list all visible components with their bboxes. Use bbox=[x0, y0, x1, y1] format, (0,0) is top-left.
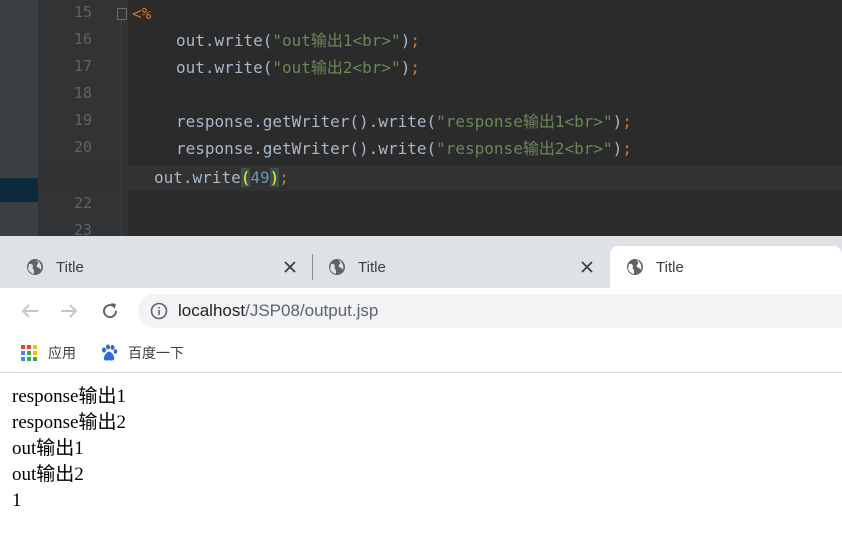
tab-title: Title bbox=[358, 258, 386, 276]
back-button[interactable] bbox=[16, 297, 44, 325]
token-paren: ) bbox=[400, 58, 411, 77]
close-tab-button[interactable] bbox=[575, 255, 599, 279]
baidu-paw-icon bbox=[102, 344, 118, 361]
token-semicolon: ; bbox=[410, 58, 420, 77]
token-dot: . bbox=[368, 139, 379, 158]
output-line: 1 bbox=[12, 490, 22, 511]
token-ident: response bbox=[176, 139, 254, 158]
bookmark-label: 百度一下 bbox=[128, 345, 184, 361]
jsp-open-tag: <% bbox=[132, 4, 152, 23]
token-paren: ( bbox=[426, 139, 437, 158]
code-line-17: out.write("out输出2<br>"); bbox=[176, 56, 420, 80]
token-paren: ( bbox=[262, 58, 273, 77]
globe-icon bbox=[627, 259, 643, 275]
tab-title: Title bbox=[656, 258, 684, 276]
token-dot: . bbox=[368, 112, 379, 131]
tab-title: Title bbox=[56, 258, 84, 276]
token-string: "response输出2<br>" bbox=[436, 139, 613, 158]
token-method: write bbox=[378, 112, 427, 131]
token-paren-matched: ) bbox=[269, 168, 280, 187]
code-line-19: response.getWriter().write("response输出1<… bbox=[176, 110, 632, 134]
bookmark-label: 应用 bbox=[48, 345, 76, 361]
address-bar[interactable]: localhost/JSP08/output.jsp bbox=[138, 294, 842, 328]
output-line: response输出2 bbox=[12, 412, 126, 433]
token-ident: out bbox=[176, 31, 205, 50]
token-string: "out输出1<br>" bbox=[272, 31, 401, 50]
page-body: response输出1 response输出2 out输出1 out输出2 1 bbox=[12, 384, 126, 514]
token-method: write bbox=[214, 58, 263, 77]
close-icon bbox=[581, 261, 593, 273]
token-method: getWriter() bbox=[262, 139, 369, 158]
token-ident: response bbox=[176, 112, 254, 131]
output-line: response输出1 bbox=[12, 386, 126, 407]
token-semicolon: ; bbox=[622, 112, 632, 131]
token-dot: . bbox=[253, 112, 263, 131]
globe-icon bbox=[329, 259, 345, 275]
token-paren: ) bbox=[612, 139, 623, 158]
reload-icon bbox=[103, 303, 118, 319]
token-string: "out输出2<br>" bbox=[272, 58, 401, 77]
bookmark-apps[interactable]: 应用 bbox=[20, 340, 76, 366]
arrow-right-icon bbox=[61, 304, 78, 318]
token-method: write bbox=[192, 168, 241, 187]
browser-toolbar: localhost/JSP08/output.jsp bbox=[0, 288, 842, 334]
tab-2[interactable]: Title bbox=[302, 246, 609, 288]
code-line-16: out.write("out输出1<br>"); bbox=[176, 29, 420, 53]
token-paren: ) bbox=[612, 112, 623, 131]
code-line-15: <% bbox=[132, 2, 151, 26]
apps-grid-icon bbox=[21, 345, 37, 361]
token-paren: ( bbox=[262, 31, 273, 50]
token-ident: out bbox=[154, 168, 183, 187]
code-line-20: response.getWriter().write("response输出2<… bbox=[176, 137, 632, 161]
token-dot: . bbox=[182, 168, 193, 187]
token-method: write bbox=[378, 139, 427, 158]
token-semicolon: ; bbox=[279, 168, 289, 187]
token-paren: ( bbox=[426, 112, 437, 131]
bookmark-baidu[interactable]: 百度一下 bbox=[100, 340, 184, 366]
url-text: localhost/JSP08/output.jsp bbox=[178, 301, 378, 321]
close-icon bbox=[284, 261, 296, 273]
code-line-21: out.write(49); bbox=[154, 166, 289, 190]
token-ident: out bbox=[176, 58, 205, 77]
token-dot: . bbox=[253, 139, 263, 158]
token-method: write bbox=[214, 31, 263, 50]
globe-icon bbox=[27, 259, 43, 275]
code-text[interactable]: <% out.write("out输出1<br>"); out.write("o… bbox=[0, 0, 842, 236]
output-line: out输出1 bbox=[12, 438, 84, 459]
close-tab-button[interactable] bbox=[278, 255, 302, 279]
reload-button[interactable] bbox=[96, 297, 124, 325]
tab-3-active[interactable]: Title bbox=[610, 246, 842, 288]
tab-1[interactable]: Title bbox=[0, 246, 312, 288]
token-string: "response输出1<br>" bbox=[436, 112, 613, 131]
forward-button[interactable] bbox=[55, 297, 83, 325]
bookmarks-bar: 应用 百度一下 bbox=[0, 334, 842, 373]
token-paren: ) bbox=[400, 31, 411, 50]
token-semicolon: ; bbox=[410, 31, 420, 50]
token-dot: . bbox=[204, 31, 215, 50]
token-semicolon: ; bbox=[622, 139, 632, 158]
token-dot: . bbox=[204, 58, 215, 77]
browser-window: Title Title Title localhost/JSP08/output… bbox=[0, 236, 842, 534]
token-method: getWriter() bbox=[262, 112, 369, 131]
url-host: localhost bbox=[178, 301, 246, 320]
arrow-left-icon bbox=[21, 304, 38, 318]
url-path: /JSP08/output.jsp bbox=[245, 301, 379, 320]
output-line: out输出2 bbox=[12, 464, 84, 485]
info-icon[interactable] bbox=[150, 302, 168, 320]
token-paren-matched: ( bbox=[240, 168, 251, 187]
tab-strip: Title Title Title bbox=[0, 236, 842, 288]
code-editor[interactable]: 15 16 17 18 19 20 21 22 23 <% out.write(… bbox=[0, 0, 842, 236]
token-number: 49 bbox=[250, 168, 270, 187]
